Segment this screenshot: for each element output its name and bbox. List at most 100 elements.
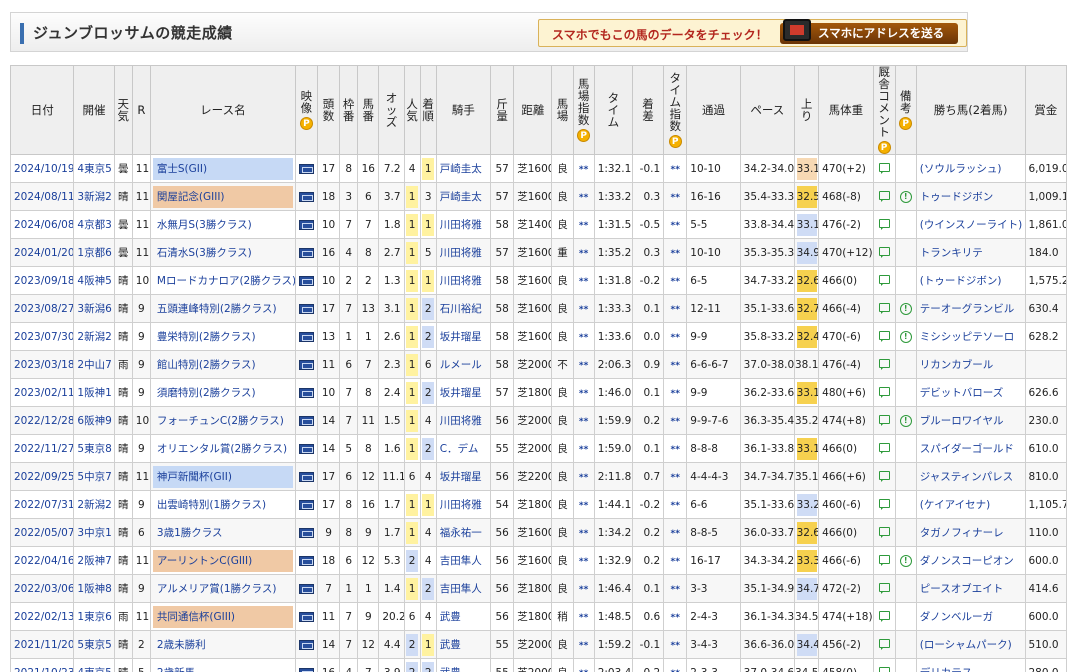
date-link[interactable]: 2024/06/08 <box>14 219 73 231</box>
send-address-button[interactable]: スマホにアドレスを送る <box>780 19 958 44</box>
kaisai-link[interactable]: 2新潟2 <box>77 331 111 343</box>
winner-link[interactable]: ピースオブエイト <box>920 583 1003 595</box>
winner-link[interactable]: (ソウルラッシュ) <box>920 163 1002 175</box>
winner-link[interactable]: (ローシャムパーク) <box>920 639 1012 651</box>
date-link[interactable]: 2022/11/27 <box>14 443 73 455</box>
jockey-link[interactable]: 福永祐一 <box>440 527 482 539</box>
video-icon[interactable] <box>298 611 314 622</box>
comment-icon[interactable] <box>878 386 890 398</box>
date-link[interactable]: 2023/09/18 <box>14 275 73 287</box>
kaisai-link[interactable]: 5東京5 <box>77 639 111 651</box>
jockey-link[interactable]: 戸崎圭太 <box>440 191 482 203</box>
race-name-link[interactable]: 出雲崎特別(1勝クラス) <box>153 494 293 516</box>
comment-icon[interactable] <box>878 302 890 314</box>
kaisai-link[interactable]: 5東京8 <box>77 443 111 455</box>
kaisai-link[interactable]: 4東京5 <box>77 667 111 672</box>
video-icon[interactable] <box>298 219 314 230</box>
comment-icon[interactable] <box>878 442 890 454</box>
jockey-link[interactable]: 吉田隼人 <box>440 555 482 567</box>
winner-link[interactable]: デビットバローズ <box>920 387 1003 399</box>
winner-link[interactable]: トランキリテ <box>920 247 983 259</box>
comment-icon[interactable] <box>878 638 890 650</box>
video-icon[interactable] <box>298 667 314 672</box>
kaisai-link[interactable]: 5中京7 <box>77 471 111 483</box>
date-link[interactable]: 2023/08/27 <box>14 303 73 315</box>
date-link[interactable]: 2022/05/07 <box>14 527 73 539</box>
kaisai-link[interactable]: 6阪神9 <box>77 415 111 427</box>
comment-icon[interactable] <box>878 190 890 202</box>
memo-icon[interactable]: ! <box>899 415 912 427</box>
date-link[interactable]: 2021/10/23 <box>14 667 73 672</box>
kaisai-link[interactable]: 4京都3 <box>77 219 111 231</box>
date-link[interactable]: 2022/03/06 <box>14 583 73 595</box>
date-link[interactable]: 2022/04/16 <box>14 555 73 567</box>
comment-icon[interactable] <box>878 582 890 594</box>
jockey-link[interactable]: C．デム <box>440 443 479 455</box>
video-icon[interactable] <box>298 639 314 650</box>
race-name-link[interactable]: Mロードカナロア(2勝クラス) <box>153 270 294 292</box>
jockey-link[interactable]: 武豊 <box>440 611 461 623</box>
race-name-link[interactable]: 富士S(GII) <box>152 157 293 180</box>
race-name-link[interactable]: 館山特別(2勝クラス) <box>153 354 293 376</box>
winner-link[interactable]: (ウインスノーライト) <box>920 219 1022 231</box>
jockey-link[interactable]: 吉田隼人 <box>440 583 482 595</box>
comment-icon[interactable] <box>878 274 890 286</box>
winner-link[interactable]: ダノンスコーピオン <box>920 555 1014 567</box>
race-name-link[interactable]: 3歳1勝クラス <box>153 522 293 544</box>
video-icon[interactable] <box>298 471 314 482</box>
winner-link[interactable]: ダノンベルーガ <box>920 611 993 623</box>
jockey-link[interactable]: 戸崎圭太 <box>440 163 482 175</box>
jockey-link[interactable]: 川田将雅 <box>440 247 482 259</box>
date-link[interactable]: 2022/02/13 <box>14 611 73 623</box>
video-icon[interactable] <box>298 359 314 370</box>
jockey-link[interactable]: 川田将雅 <box>440 415 482 427</box>
race-name-link[interactable]: 共同通信杯(GIII) <box>152 605 293 628</box>
date-link[interactable]: 2023/07/30 <box>14 331 73 343</box>
comment-icon[interactable] <box>878 246 890 258</box>
video-icon[interactable] <box>298 191 314 202</box>
jockey-link[interactable]: ルメール <box>440 359 482 371</box>
date-link[interactable]: 2022/07/31 <box>14 499 73 511</box>
video-icon[interactable] <box>298 163 314 174</box>
kaisai-link[interactable]: 1阪神8 <box>77 583 111 595</box>
kaisai-link[interactable]: 1阪神1 <box>77 387 111 399</box>
jockey-link[interactable]: 坂井瑠星 <box>440 387 482 399</box>
video-icon[interactable] <box>298 415 314 426</box>
comment-icon[interactable] <box>878 162 890 174</box>
winner-link[interactable]: テーオーグランビル <box>920 303 1015 315</box>
jockey-link[interactable]: 坂井瑠星 <box>440 331 482 343</box>
jockey-link[interactable]: 石川裕紀 <box>440 303 482 315</box>
winner-link[interactable]: ブルーロワイヤル <box>920 415 1004 427</box>
date-link[interactable]: 2024/08/11 <box>14 191 73 203</box>
kaisai-link[interactable]: 2中山7 <box>77 359 111 371</box>
race-name-link[interactable]: 石清水S(3勝クラス) <box>153 242 293 264</box>
comment-icon[interactable] <box>878 330 890 342</box>
kaisai-link[interactable]: 3新潟6 <box>77 303 111 315</box>
race-name-link[interactable]: 2歳未勝利 <box>153 634 293 656</box>
comment-icon[interactable] <box>878 358 890 370</box>
video-icon[interactable] <box>298 387 314 398</box>
winner-link[interactable]: (トゥードジボン) <box>920 275 1002 287</box>
video-icon[interactable] <box>298 499 314 510</box>
video-icon[interactable] <box>298 303 314 314</box>
kaisai-link[interactable]: 4東京5 <box>77 163 111 175</box>
date-link[interactable]: 2022/09/25 <box>14 471 73 483</box>
date-link[interactable]: 2022/12/28 <box>14 415 73 427</box>
video-icon[interactable] <box>298 583 314 594</box>
race-name-link[interactable]: 神戸新聞杯(GII) <box>152 465 293 488</box>
jockey-link[interactable]: 坂井瑠星 <box>440 471 482 483</box>
race-name-link[interactable]: 2歳新馬 <box>153 662 293 672</box>
video-icon[interactable] <box>298 331 314 342</box>
comment-icon[interactable] <box>878 554 890 566</box>
date-link[interactable]: 2024/01/20 <box>14 247 73 259</box>
video-icon[interactable] <box>298 527 314 538</box>
kaisai-link[interactable]: 2阪神7 <box>77 555 111 567</box>
jockey-link[interactable]: 武豊 <box>440 639 461 651</box>
kaisai-link[interactable]: 1京都6 <box>77 247 111 259</box>
comment-icon[interactable] <box>878 414 890 426</box>
winner-link[interactable]: タガノフィナーレ <box>920 527 1004 539</box>
kaisai-link[interactable]: 4阪神5 <box>77 275 111 287</box>
winner-link[interactable]: ミシシッピテソーロ <box>920 331 1015 343</box>
memo-icon[interactable]: ! <box>899 331 912 343</box>
winner-link[interactable]: ジャスティンパレス <box>920 471 1013 483</box>
